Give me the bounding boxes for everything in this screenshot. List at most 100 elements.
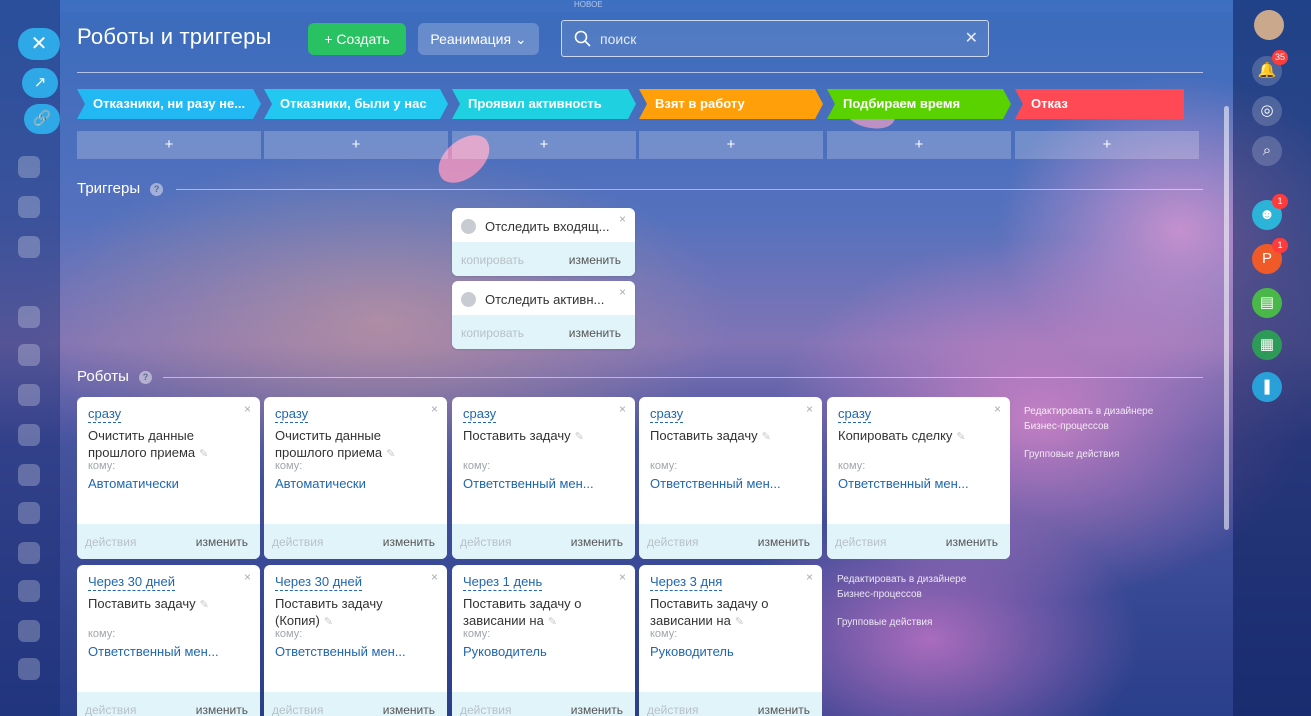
stage-5[interactable]: Подбираем время [827, 89, 1011, 119]
robot-delay-link[interactable]: сразу [650, 406, 684, 423]
analytics-icon[interactable] [18, 196, 40, 218]
robot-actions-link[interactable]: действия [835, 535, 886, 549]
open-lines-icon[interactable]: ▦ [1252, 330, 1282, 360]
close-icon[interactable]: × [619, 570, 626, 584]
create-button[interactable]: + Создать [308, 23, 406, 55]
sites-icon[interactable] [18, 502, 40, 524]
trigger-card[interactable]: Отследить активн... × копировать изменит… [452, 281, 635, 349]
pencil-icon[interactable]: ✎ [956, 431, 965, 443]
robot-delay-link[interactable]: Через 30 дней [88, 574, 175, 591]
group-actions-link-stage-4[interactable]: Групповые действия [837, 615, 932, 630]
edit-icon[interactable] [18, 620, 40, 642]
robot-responsible-link[interactable]: Ответственный мен... [650, 476, 781, 491]
copy-link-icon[interactable]: 🔗 [24, 104, 60, 134]
edit-robot-link[interactable]: изменить [758, 535, 810, 549]
tasks-icon[interactable] [18, 156, 40, 178]
robot-delay-link[interactable]: Через 30 дней [275, 574, 362, 591]
robot-card[interactable]: сразу × Поставить задачу ✎ кому: Ответственны… [452, 397, 635, 559]
robot-card[interactable]: Через 1 день × Поставить задачу о зависани… [452, 565, 635, 716]
robot-delay-link[interactable]: Через 3 дня [650, 574, 723, 591]
robot-actions-link[interactable]: действия [647, 535, 698, 549]
open-new-window-icon[interactable]: ↗ [22, 68, 58, 98]
robot-actions-link[interactable]: действия [460, 535, 511, 549]
avatar[interactable]: Р1 [1252, 238, 1288, 274]
add-trigger-stage-4-button[interactable]: + [639, 131, 823, 159]
clear-search-icon[interactable]: ✕ [965, 28, 978, 48]
robot-delay-link[interactable]: сразу [463, 406, 497, 423]
close-icon[interactable]: × [806, 570, 813, 584]
robot-actions-link[interactable]: действия [85, 703, 136, 716]
robot-card[interactable]: сразу × Очистить данные прошлого приема ✎ ко… [77, 397, 260, 559]
close-icon[interactable]: × [806, 402, 813, 416]
pencil-icon[interactable]: ✎ [200, 599, 209, 611]
trigger-card[interactable]: Отследить входящ... × копировать изменит… [452, 208, 635, 276]
add-icon[interactable] [18, 658, 40, 680]
edit-robot-link[interactable]: изменить [571, 535, 623, 549]
robot-actions-link[interactable]: действия [460, 703, 511, 716]
close-icon[interactable]: × [244, 570, 251, 584]
robot-responsible-link[interactable]: Руководитель [650, 644, 734, 659]
robot-responsible-link[interactable]: Руководитель [463, 644, 547, 659]
user-avatar[interactable] [1254, 10, 1284, 40]
close-icon[interactable]: × [619, 402, 626, 416]
close-icon[interactable]: × [244, 402, 251, 416]
pencil-icon[interactable]: ✎ [735, 616, 744, 628]
close-icon[interactable]: × [619, 212, 626, 226]
edit-robot-link[interactable]: изменить [383, 535, 435, 549]
stage-6[interactable]: Отказ [1015, 89, 1184, 119]
search-chat-icon[interactable]: ⌕ [1252, 136, 1282, 166]
help-icon[interactable]: ? [138, 371, 152, 384]
search-input[interactable] [600, 21, 960, 56]
search-box[interactable]: ✕ [561, 20, 989, 57]
close-icon[interactable]: × [994, 402, 1001, 416]
edit-trigger-link[interactable]: изменить [569, 253, 621, 267]
designer-link-stage-4[interactable]: Редактировать в дизайнере Бизнес-процесс… [837, 572, 997, 602]
bookmark-icon[interactable]: ❚ [1252, 372, 1282, 402]
robot-delay-link[interactable]: сразу [275, 406, 309, 423]
close-icon[interactable]: × [619, 285, 626, 299]
edit-robot-link[interactable]: изменить [571, 703, 623, 716]
stage-3[interactable]: Проявил активность [452, 89, 636, 119]
help-icon[interactable]: ? [150, 183, 164, 196]
add-trigger-stage-2-button[interactable]: + [264, 131, 448, 159]
fingerprint-icon[interactable]: ◎ [1252, 96, 1282, 126]
crm-icon[interactable] [18, 236, 40, 258]
pencil-icon[interactable]: ✎ [762, 431, 771, 443]
group-actions-link-stage-5[interactable]: Групповые действия [1024, 447, 1119, 462]
scrollbar[interactable] [1224, 106, 1229, 530]
robot-card[interactable]: сразу × Очистить данные прошлого приема ✎ ко… [264, 397, 447, 559]
robot-actions-link[interactable]: действия [272, 703, 323, 716]
calendar-icon[interactable] [18, 384, 40, 406]
close-slider-button[interactable]: ✕ [18, 28, 60, 60]
add-trigger-stage-5-button[interactable]: + [827, 131, 1011, 159]
robot-responsible-link[interactable]: Ответственный мен... [463, 476, 594, 491]
documents-icon[interactable] [18, 464, 40, 486]
robot-responsible-link[interactable]: Ответственный мен... [838, 476, 969, 491]
stage-2[interactable]: Отказники, были у нас [264, 89, 448, 119]
chat-icon[interactable]: ▤ [1252, 288, 1282, 318]
add-trigger-stage-1-button[interactable]: + [77, 131, 261, 159]
robot-delay-link[interactable]: Через 1 день [463, 574, 543, 591]
add-trigger-stage-6-button[interactable]: + [1015, 131, 1199, 159]
robot-card[interactable]: Через 3 дня × Поставить задачу о зависании… [639, 565, 822, 716]
pencil-icon[interactable]: ✎ [199, 448, 208, 460]
close-icon[interactable]: × [431, 402, 438, 416]
robot-responsible-link[interactable]: Автоматически [88, 476, 179, 491]
designer-link-stage-5[interactable]: Редактировать в дизайнере Бизнес-процесс… [1024, 404, 1184, 434]
bell-icon[interactable]: 🔔 35 [1252, 50, 1288, 86]
pencil-icon[interactable]: ✎ [575, 431, 584, 443]
edit-robot-link[interactable]: изменить [758, 703, 810, 716]
robot-responsible-link[interactable]: Ответственный мен... [275, 644, 406, 659]
robot-card[interactable]: сразу × Поставить задачу ✎ кому: Ответственны… [639, 397, 822, 559]
pencil-icon[interactable]: ✎ [324, 616, 333, 628]
bot-icon[interactable]: ☻ 1 [1252, 194, 1288, 230]
copy-trigger-link[interactable]: копировать [461, 253, 524, 267]
pencil-icon[interactable]: ✎ [386, 448, 395, 460]
robot-delay-link[interactable]: сразу [838, 406, 872, 423]
edit-robot-link[interactable]: изменить [196, 535, 248, 549]
robot-responsible-link[interactable]: Автоматически [275, 476, 366, 491]
close-icon[interactable]: × [431, 570, 438, 584]
robot-actions-link[interactable]: действия [272, 535, 323, 549]
robot-card[interactable]: Через 30 дней × Поставить задачу (Копия) ✎ к… [264, 565, 447, 716]
marketing-icon[interactable] [18, 424, 40, 446]
